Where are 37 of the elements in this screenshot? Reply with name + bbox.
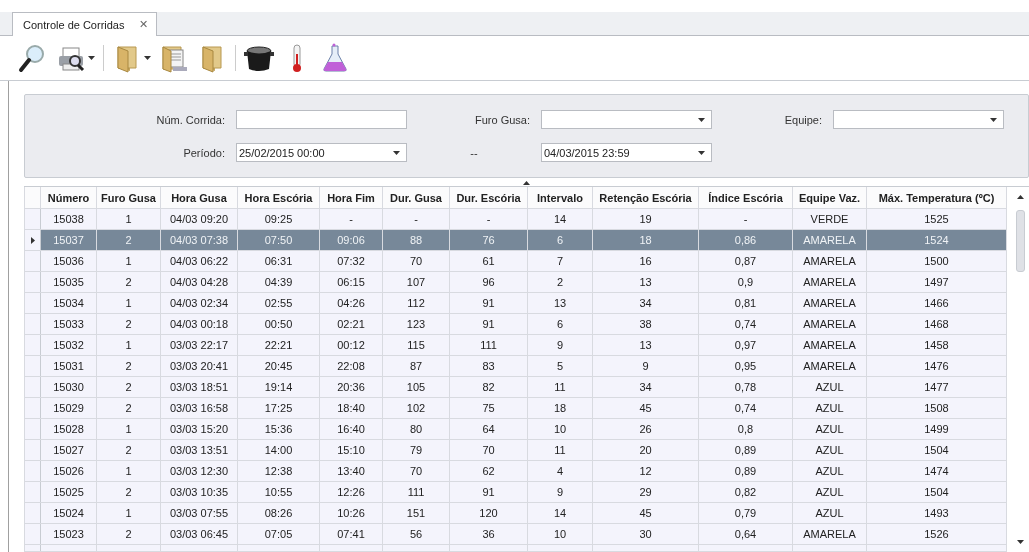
caret-icon[interactable] [990,117,997,122]
column-header[interactable]: Número [40,187,97,209]
scroll-thumb[interactable] [1016,210,1025,272]
tab[interactable]: Controle de Corridas ✕ [12,12,157,36]
caret-icon[interactable] [144,56,151,60]
field-label: Equipe: [784,113,822,126]
dropdown-field[interactable]: 25/02/2015 00:00 [236,143,407,162]
input-field[interactable] [236,110,407,129]
range-separator: -- [470,146,478,159]
column-header[interactable]: Equipe Vaz. [792,187,867,209]
flask-icon [320,43,350,73]
folder-icon [159,43,189,73]
column-header[interactable]: Furo Gusa [96,187,161,209]
field-label: Núm. Corrida: [156,113,225,126]
column-header[interactable]: Hora Gusa [160,187,238,209]
thermometer-icon [291,43,303,73]
caret-icon[interactable] [698,150,705,155]
splitter-grip-icon[interactable] [523,181,530,185]
dropdown-field[interactable]: 04/03/2015 23:59 [541,143,712,162]
column-header[interactable]: Intervalo [527,187,593,209]
dropdown-field[interactable] [833,110,1004,129]
close-icon[interactable]: ✕ [138,18,148,31]
field-label: Período: [183,146,225,159]
field-label: Furo Gusa: [474,113,530,126]
column-header[interactable]: Hora Escória [237,187,320,209]
pot-icon [244,43,274,73]
row-pointer-icon[interactable] [30,237,35,244]
caret-icon[interactable] [88,56,95,60]
column-header[interactable]: Dur. Escória [449,187,528,209]
caret-icon[interactable] [698,117,705,122]
caret-icon[interactable] [393,150,400,155]
column-header[interactable]: Hora Fim [319,187,383,209]
column-header[interactable]: Retenção Escória [592,187,699,209]
column-header[interactable]: Máx. Temperatura (ºC) [866,187,1007,209]
column-header[interactable]: Índice Escória [698,187,793,209]
column-header[interactable]: Dur. Gusa [382,187,450,209]
dropdown-field[interactable] [541,110,712,129]
